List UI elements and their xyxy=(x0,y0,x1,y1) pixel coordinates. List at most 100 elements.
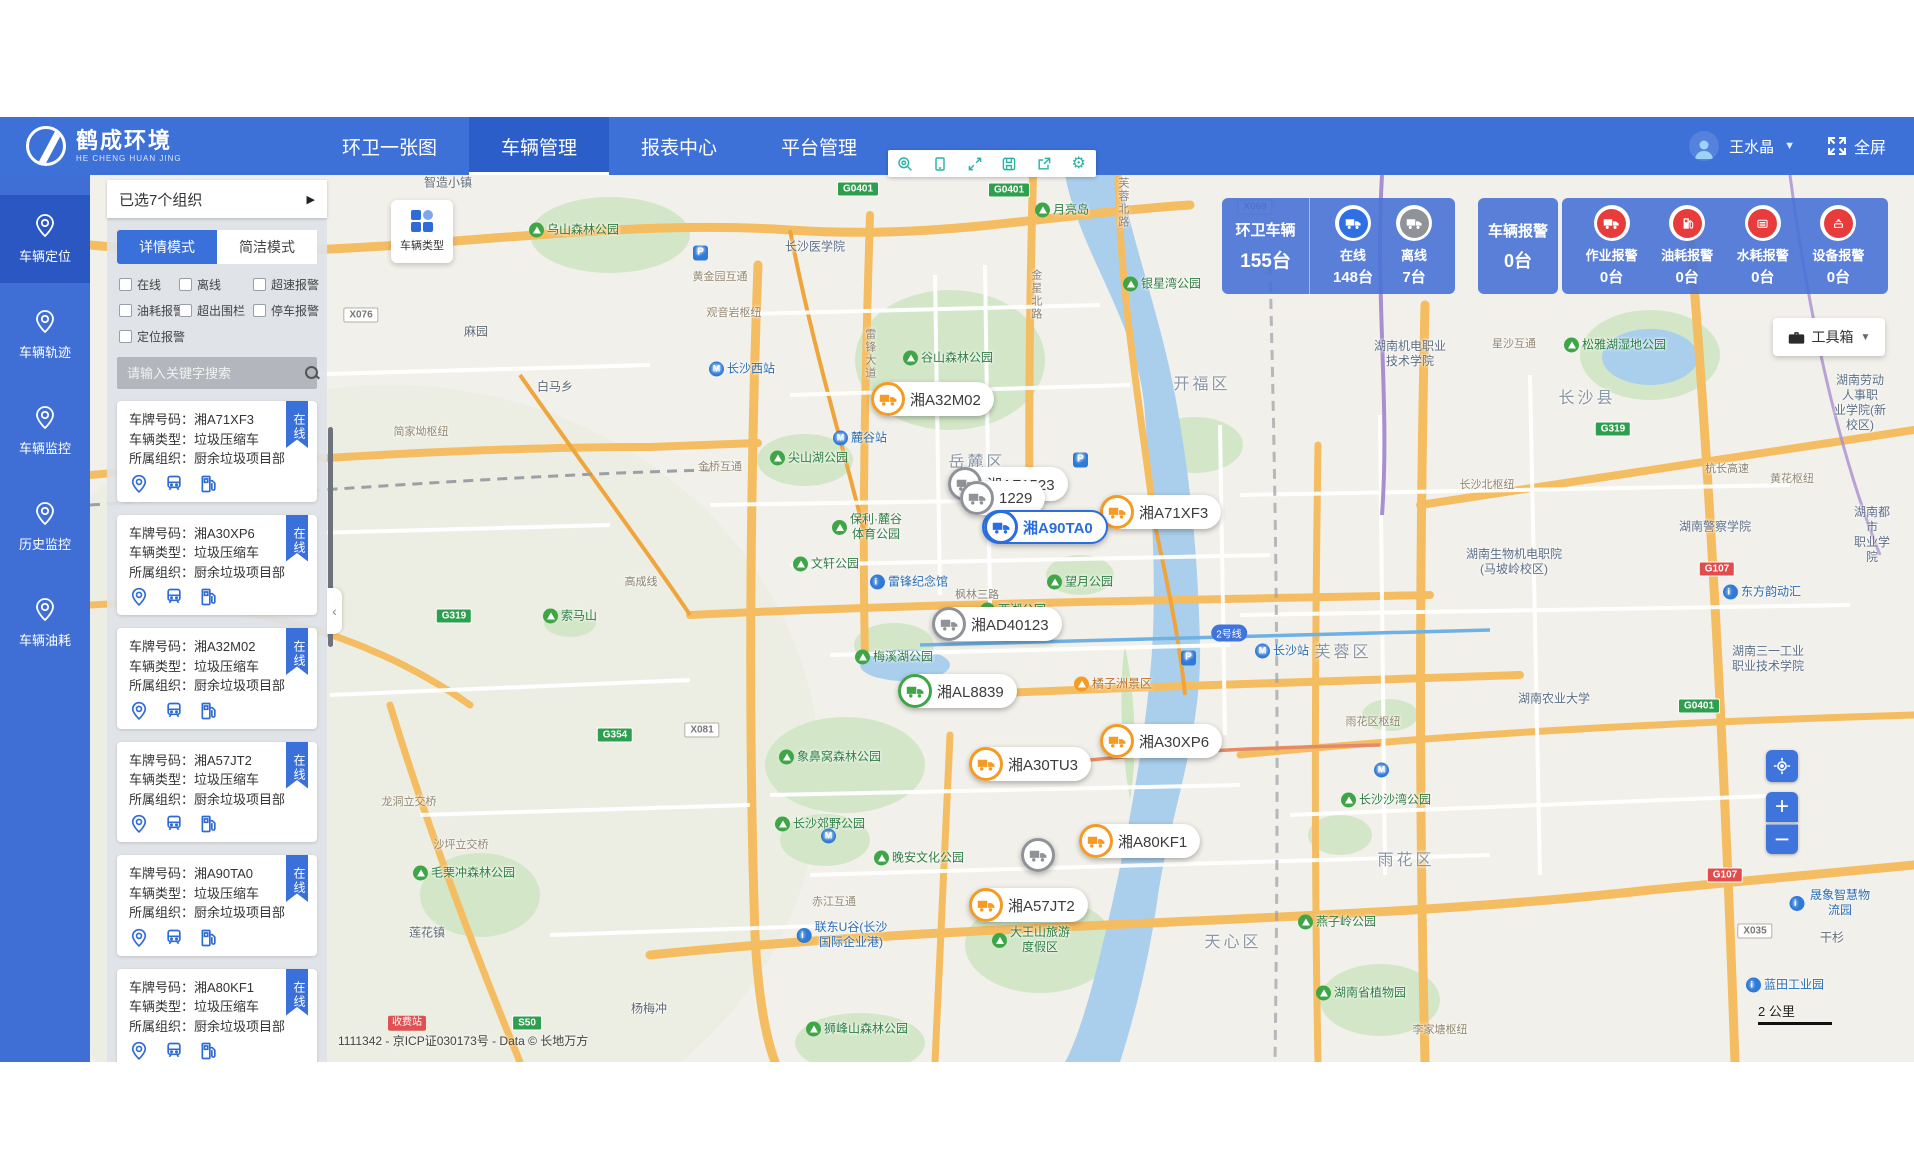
vehicle-card[interactable]: 车牌号码：湘A71XF3 车辆类型：垃圾压缩车 所属组织：厨余垃圾项目部 在线 xyxy=(117,401,317,502)
track-icon[interactable] xyxy=(164,587,184,607)
vehicle-org: 厨余垃圾项目部 xyxy=(194,792,285,807)
locate-pin-icon[interactable] xyxy=(129,701,149,721)
vehicle-card[interactable]: 车牌号码：湘A90TA0 车辆类型：垃圾压缩车 所属组织：厨余垃圾项目部 在线 xyxy=(117,855,317,956)
vehicle-card[interactable]: 车牌号码：湘A30XP6 车辆类型：垃圾压缩车 所属组织：厨余垃圾项目部 在线 xyxy=(117,515,317,616)
fuel-icon[interactable] xyxy=(199,587,219,607)
checkbox-icon[interactable] xyxy=(119,278,132,291)
alarm-total-panel: 车辆报警 0台 xyxy=(1478,198,1558,294)
sidebar-item[interactable]: 车辆油耗 xyxy=(0,579,90,667)
vehicle-type-button[interactable]: 车辆类型 xyxy=(391,200,453,263)
vehicle-marker[interactable]: 湘AD40123 xyxy=(932,607,1062,641)
nav-tab[interactable]: 报表中心 xyxy=(609,117,749,175)
mode-tab[interactable]: 详情模式 xyxy=(117,230,217,264)
nav-tab[interactable]: 环卫一张图 xyxy=(310,117,469,175)
screenshot-icon[interactable] xyxy=(931,155,948,172)
vehicle-card[interactable]: 车牌号码：湘A32M02 车辆类型：垃圾压缩车 所属组织：厨余垃圾项目部 在线 xyxy=(117,628,317,729)
filter-checkbox[interactable]: 在线 xyxy=(119,276,179,293)
map-label: 杭长高速 xyxy=(1705,463,1749,477)
alarm-label: 设备报警 xyxy=(1812,245,1864,264)
track-icon[interactable] xyxy=(164,814,184,834)
sidebar-item[interactable]: 车辆轨迹 xyxy=(0,291,90,379)
share-icon[interactable] xyxy=(1035,155,1052,172)
user-name[interactable]: 王水晶 xyxy=(1729,136,1774,157)
vehicle-marker[interactable]: 湘A30XP6 xyxy=(1100,724,1222,758)
poi-icon xyxy=(1316,986,1331,1001)
org-selector-header[interactable]: 已选7个组织 ▶ xyxy=(107,180,327,218)
mode-tab[interactable]: 简洁模式 xyxy=(217,230,317,264)
search-icon[interactable] xyxy=(305,366,319,380)
map-label: 简家坳枢纽 xyxy=(394,426,449,440)
fullscreen-button[interactable]: 全屏 xyxy=(1827,134,1886,158)
save-icon[interactable] xyxy=(1001,155,1018,172)
nav-tab[interactable]: 车辆管理 xyxy=(469,117,609,175)
poi-icon xyxy=(1047,575,1062,590)
zoom-out-button[interactable]: − xyxy=(1766,824,1798,854)
search-box[interactable] xyxy=(117,357,317,389)
sidebar-item[interactable]: 车辆定位 xyxy=(0,195,90,283)
settings-icon[interactable]: ⚙ xyxy=(1070,155,1087,172)
vehicle-marker[interactable]: 湘A80KF1 xyxy=(1079,824,1200,858)
filter-checkbox[interactable]: 离线 xyxy=(179,276,253,293)
poi-icon xyxy=(1374,763,1389,778)
vehicle-marker[interactable]: 湘AL8839 xyxy=(898,674,1017,708)
expand-arrow-icon[interactable]: ▶ xyxy=(307,193,315,206)
map-label: 毛栗冲森林公园 xyxy=(413,866,515,881)
vehicle-marker[interactable]: 湘A90TA0 xyxy=(982,510,1108,544)
checkbox-icon[interactable] xyxy=(179,304,192,317)
filter-checkbox[interactable]: 油耗报警 xyxy=(119,302,179,319)
avatar-icon[interactable] xyxy=(1689,131,1719,161)
poi-icon xyxy=(1035,203,1050,218)
map-canvas[interactable]: 智造小镇 乌山森林公园 长沙医学院 黄金园互通 月亮岛 银星湾公园 观音岩枢纽 … xyxy=(90,175,1914,1062)
vehicle-marker[interactable] xyxy=(1021,838,1055,872)
map-fullscreen-icon[interactable] xyxy=(966,155,983,172)
filter-checkbox[interactable]: 超出围栏 xyxy=(179,302,253,319)
fuel-icon[interactable] xyxy=(199,474,219,494)
alarm-value: 0台 xyxy=(1600,266,1623,287)
filter-checkbox[interactable]: 定位报警 xyxy=(119,328,179,345)
track-icon[interactable] xyxy=(164,1041,184,1061)
sidebar-item[interactable]: 历史监控 xyxy=(0,483,90,571)
poi-icon xyxy=(1073,453,1088,468)
checkbox-icon[interactable] xyxy=(179,278,192,291)
vehicle-marker[interactable]: 湘A32M02 xyxy=(871,382,994,416)
vehicle-marker[interactable]: 湘A57JT2 xyxy=(969,888,1088,922)
map-label: 智造小镇 xyxy=(424,176,472,191)
track-icon[interactable] xyxy=(164,701,184,721)
locate-pin-icon[interactable] xyxy=(129,1041,149,1061)
fuel-icon[interactable] xyxy=(199,701,219,721)
locate-pin-icon[interactable] xyxy=(129,587,149,607)
panel-collapse-handle[interactable]: ‹ xyxy=(327,588,342,634)
map-label: 长沙站 xyxy=(1255,644,1309,659)
map-label: 尖山湖公园 xyxy=(770,451,848,466)
poi-icon xyxy=(1746,978,1761,993)
filter-checkbox[interactable]: 超速报警 xyxy=(253,276,319,293)
sidebar-item[interactable]: 车辆监控 xyxy=(0,387,90,475)
checkbox-icon[interactable] xyxy=(119,304,132,317)
vehicle-card[interactable]: 车牌号码：湘A80KF1 车辆类型：垃圾压缩车 所属组织：厨余垃圾项目部 在线 xyxy=(117,969,317,1063)
chevron-down-icon[interactable]: ▼ xyxy=(1784,140,1795,152)
locate-button[interactable] xyxy=(1766,750,1798,782)
vehicle-marker[interactable]: 湘A71XF3 xyxy=(1100,495,1221,529)
vehicle-marker[interactable]: 湘A30TU3 xyxy=(969,747,1091,781)
track-icon[interactable] xyxy=(164,928,184,948)
locate-pin-icon[interactable] xyxy=(129,814,149,834)
locate-pin-icon[interactable] xyxy=(129,928,149,948)
zoom-search-icon[interactable] xyxy=(897,155,914,172)
vehicle-card[interactable]: 车牌号码：湘A57JT2 车辆类型：垃圾压缩车 所属组织：厨余垃圾项目部 在线 xyxy=(117,742,317,843)
filter-checkbox[interactable]: 停车报警 xyxy=(253,302,319,319)
vehicle-plate-label: 湘A80KF1 xyxy=(1118,831,1187,852)
fuel-icon[interactable] xyxy=(199,1041,219,1061)
fuel-icon[interactable] xyxy=(199,814,219,834)
vehicle-type: 垃圾压缩车 xyxy=(194,432,259,447)
zoom-in-button[interactable]: + xyxy=(1766,792,1798,822)
search-input[interactable] xyxy=(125,365,305,382)
nav-tab[interactable]: 平台管理 xyxy=(749,117,889,175)
fuel-icon[interactable] xyxy=(199,928,219,948)
locate-pin-icon[interactable] xyxy=(129,474,149,494)
checkbox-icon[interactable] xyxy=(253,278,266,291)
toolbox-button[interactable]: 工具箱 ▼ xyxy=(1773,318,1885,356)
track-icon[interactable] xyxy=(164,474,184,494)
checkbox-icon[interactable] xyxy=(253,304,266,317)
checkbox-icon[interactable] xyxy=(119,330,132,343)
vehicle-plate-label: 湘A90TA0 xyxy=(1023,517,1093,538)
